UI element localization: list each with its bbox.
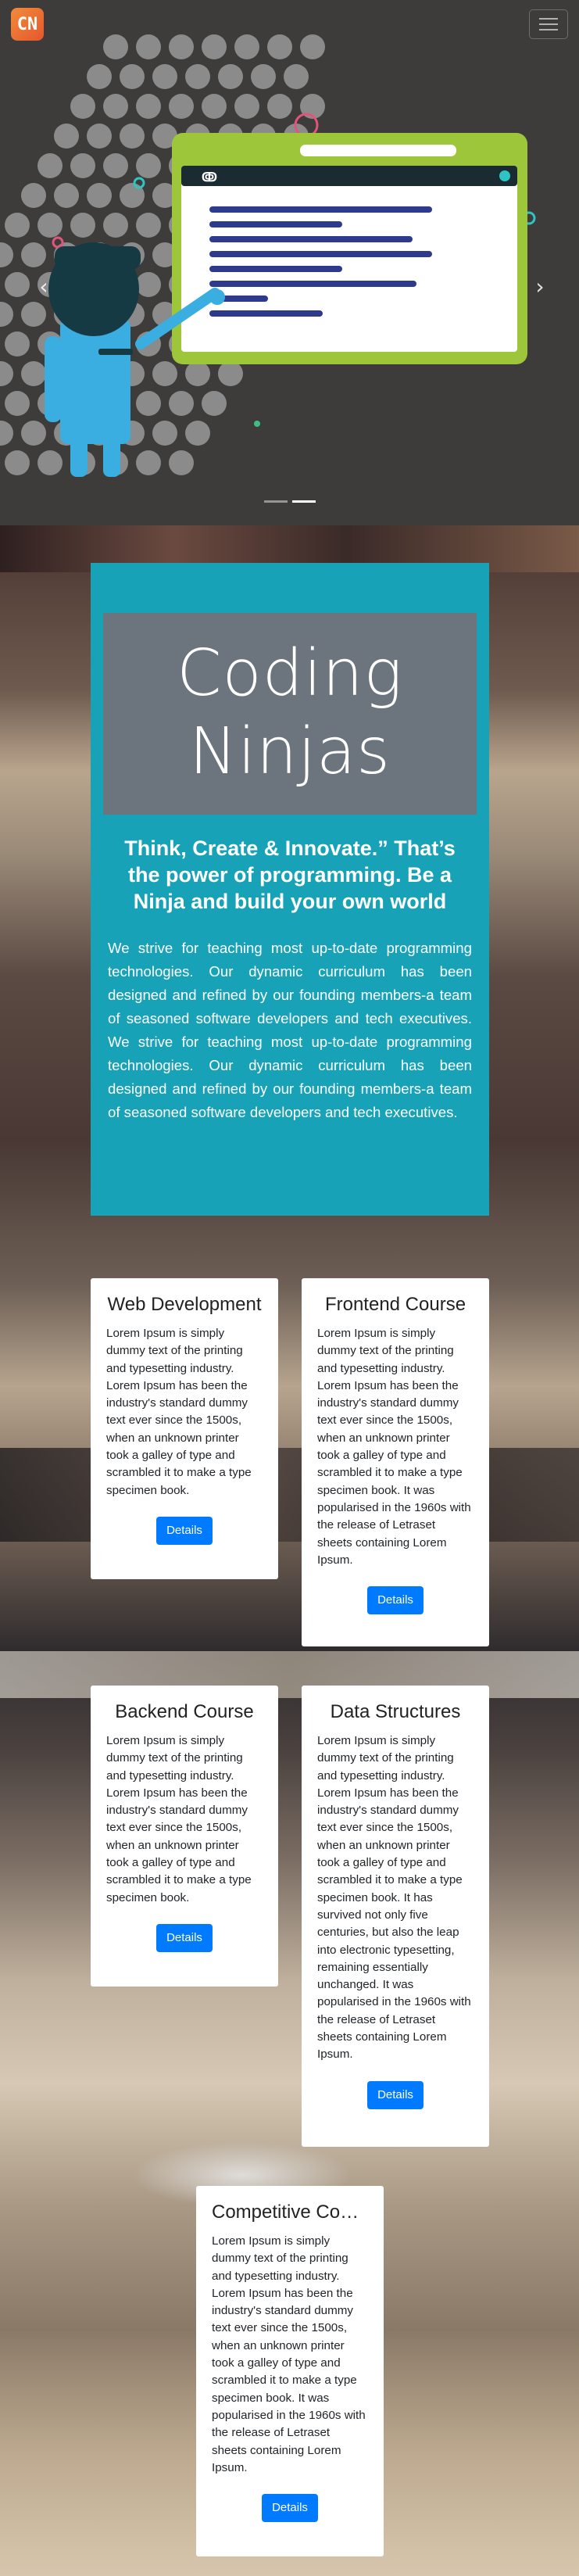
- decorative-dot: [21, 242, 46, 267]
- decorative-dot: [152, 64, 177, 89]
- decorative-dot: [120, 124, 145, 149]
- decorative-dot: [21, 361, 46, 386]
- intro-lead: Think, Create & Innovate.” That’s the po…: [124, 837, 456, 913]
- card-text: Lorem Ipsum is simply dummy text of the …: [317, 1327, 471, 1567]
- course-card: Backend Course Lorem Ipsum is simply dum…: [91, 1686, 278, 1987]
- decorative-dot: [136, 450, 161, 475]
- decorative-dot: [284, 64, 309, 89]
- decorative-dot: [152, 421, 177, 446]
- decorative-dot: [0, 242, 13, 267]
- title-line-2: Ninjas: [189, 715, 391, 789]
- decorative-dot: [87, 183, 112, 208]
- card-title: Data Structures: [330, 1701, 461, 1722]
- intro-box: Coding Ninjas Think, Create & Innovate.”…: [91, 563, 489, 1216]
- decorative-dot: [38, 450, 63, 475]
- decorative-dot: [169, 94, 194, 119]
- carousel-prev-icon[interactable]: ‹: [34, 275, 53, 299]
- decorative-dot: [267, 94, 292, 119]
- card-text: Lorem Ipsum is simply dummy text of the …: [212, 2234, 366, 2474]
- carousel-indicator-1[interactable]: [264, 500, 288, 503]
- decorative-dot: [251, 64, 276, 89]
- decorative-dot: [54, 183, 79, 208]
- card-title: Web Development: [107, 1294, 262, 1315]
- svg-text:ↂ: ↂ: [202, 170, 217, 185]
- decorative-dot: [136, 213, 161, 238]
- decorative-dot: [0, 421, 13, 446]
- menu-toggle-button[interactable]: [529, 9, 568, 39]
- decorative-dot: [218, 64, 243, 89]
- decorative-dot: [218, 361, 243, 386]
- decorative-dot: [70, 94, 95, 119]
- title-line-1: Coding: [177, 636, 403, 711]
- decorative-dot: [38, 153, 63, 178]
- decorative-dot: [152, 361, 177, 386]
- decorative-dot: [87, 124, 112, 149]
- decorative-dot: [5, 450, 30, 475]
- decorative-dot: [70, 153, 95, 178]
- decorative-dot: [21, 183, 46, 208]
- carousel-next-icon[interactable]: ›: [531, 275, 549, 299]
- course-card: Frontend Course Lorem Ipsum is simply du…: [302, 1278, 489, 1646]
- decorative-dot: [0, 361, 13, 386]
- decorative-dot: [169, 450, 194, 475]
- card-title: Backend Course: [115, 1701, 254, 1722]
- course-card: Data Structures Lorem Ipsum is simply du…: [302, 1686, 489, 2147]
- decorative-dot: [103, 94, 128, 119]
- decorative-dot: [185, 361, 210, 386]
- decorative-dot: [38, 213, 63, 238]
- intro-body: We strive for teaching most up-to-date p…: [108, 940, 472, 1120]
- navbar: CN: [0, 0, 579, 48]
- card-text: Lorem Ipsum is simply dummy text of the …: [106, 1734, 252, 1904]
- decorative-dot: [120, 64, 145, 89]
- decorative-dot: [202, 391, 227, 416]
- decorative-dot: [5, 391, 30, 416]
- hamburger-icon: [539, 18, 558, 20]
- hero-illustration: ↂ: [0, 34, 536, 477]
- course-card: Web Development Lorem Ipsum is simply du…: [91, 1278, 278, 1579]
- decorative-dot: [87, 64, 112, 89]
- decorative-dot: [21, 421, 46, 446]
- decorative-dot: [70, 213, 95, 238]
- card-text: Lorem Ipsum is simply dummy text of the …: [317, 1734, 471, 2062]
- details-button[interactable]: Details: [156, 1923, 213, 1952]
- decorative-dot: [5, 331, 30, 356]
- details-button[interactable]: Details: [367, 1586, 424, 1615]
- decorative-dot: [136, 94, 161, 119]
- details-button[interactable]: Details: [367, 2080, 424, 2109]
- decorative-dot: [234, 94, 259, 119]
- course-card: Competitive Coding Lorem Ipsum is simply…: [196, 2186, 384, 2556]
- decorative-dot: [185, 421, 210, 446]
- decorative-dot: [169, 391, 194, 416]
- carousel-indicator-2[interactable]: [292, 500, 316, 503]
- page-title: Coding Ninjas: [103, 613, 477, 815]
- decorative-dot: [136, 153, 161, 178]
- decorative-dot: [136, 391, 161, 416]
- decorative-dot: [103, 213, 128, 238]
- carousel-indicators: [264, 500, 316, 503]
- card-title: Competitive Coding: [212, 2202, 368, 2223]
- decorative-dot: [202, 94, 227, 119]
- details-button[interactable]: Details: [262, 2494, 318, 2523]
- decorative-dot: [136, 272, 161, 297]
- brand-logo[interactable]: CN: [11, 8, 44, 41]
- hero-carousel: ↂ ‹ ›: [0, 0, 579, 525]
- decorative-dot: [0, 302, 13, 327]
- decorative-dot: [185, 64, 210, 89]
- decorative-dot: [5, 213, 30, 238]
- card-title: Frontend Course: [324, 1294, 466, 1315]
- decorative-dot: [103, 153, 128, 178]
- card-text: Lorem Ipsum is simply dummy text of the …: [106, 1327, 252, 1497]
- decorative-dot: [54, 124, 79, 149]
- decorative-dot: [21, 302, 46, 327]
- details-button[interactable]: Details: [156, 1516, 213, 1545]
- decorative-dot: [5, 272, 30, 297]
